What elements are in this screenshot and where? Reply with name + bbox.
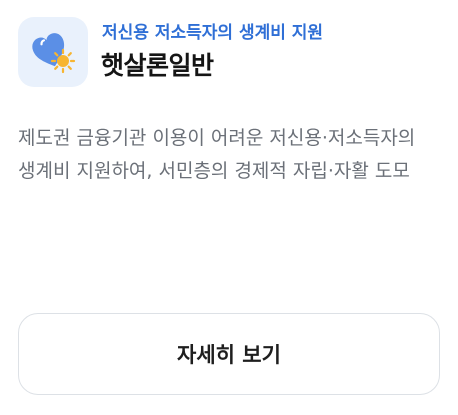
view-details-button[interactable]: 자세히 보기 — [18, 313, 440, 395]
product-card: 저신용 저소득자의 생계비 지원 햇살론일반 제도권 금융기관 이용이 어려운 … — [0, 0, 458, 415]
product-subtitle: 저신용 저소득자의 생계비 지원 — [102, 23, 324, 43]
product-title: 햇살론일반 — [101, 51, 214, 80]
product-icon-tile — [18, 17, 88, 87]
product-description: 제도권 금융기관 이용이 어려운 저신용·저소득자의 생계비 지원하여, 서민층… — [18, 127, 416, 182]
heart-with-sun-icon — [32, 33, 76, 74]
